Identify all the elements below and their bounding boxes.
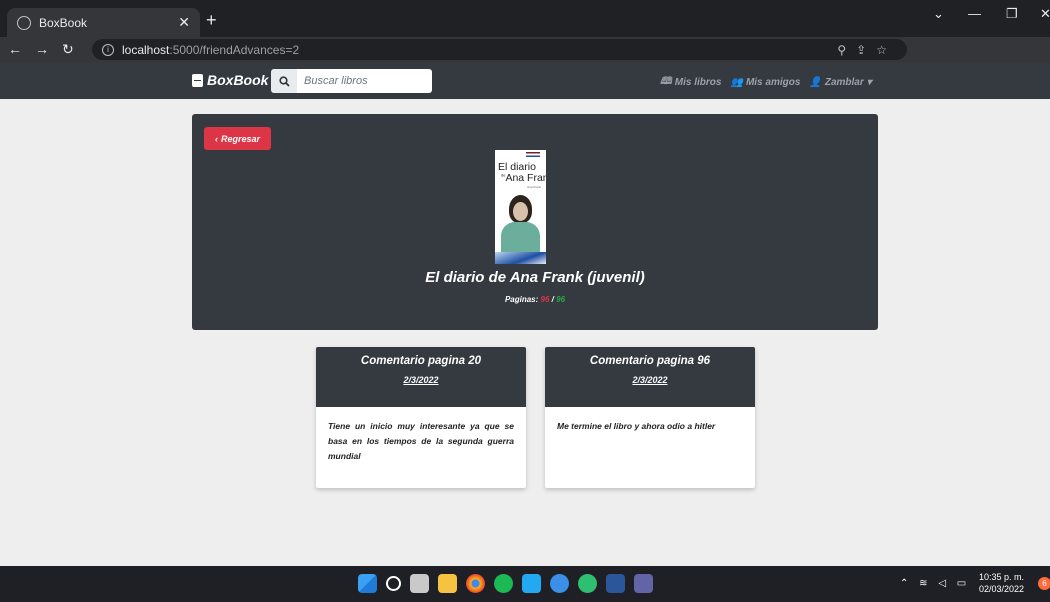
- back-button-label: Regresar: [220, 133, 261, 144]
- app-icon[interactable]: [550, 574, 569, 593]
- brand-name: BoxBook: [207, 72, 269, 88]
- pages-separator: /: [551, 295, 554, 304]
- nav-links: 🕮 Mis libros 👥 Mis amigos 👤 Zamblar ▾: [660, 74, 872, 91]
- user-dropdown[interactable]: 👤 Zamblar ▾: [809, 74, 871, 91]
- reload-icon[interactable]: ↻: [62, 41, 74, 58]
- os-taskbar: ⌃ ≋ ◁ ▭ 10:35 p. m. 02/03/2022 6: [0, 566, 1050, 602]
- nav-my-books[interactable]: 🕮 Mis libros: [660, 74, 721, 91]
- clock-date: 02/03/2022: [979, 584, 1025, 594]
- system-tray-icons[interactable]: ⌃ ≋ ◁ ▭: [900, 578, 970, 589]
- search-bar: [271, 69, 432, 93]
- taskbar-clock[interactable]: 10:35 p. m. 02/03/2022: [979, 571, 1024, 595]
- minimize-button[interactable]: —: [968, 6, 981, 21]
- pages-label: Paginas:: [504, 295, 539, 304]
- new-tab-button[interactable]: +: [206, 10, 217, 31]
- back-button[interactable]: ‹ Regresar: [204, 127, 271, 150]
- search-icon[interactable]: [271, 69, 297, 93]
- globe-icon: [17, 15, 31, 30]
- comment-header: Comentario pagina 96 2/3/2022: [545, 347, 755, 407]
- chrome-icon[interactable]: [466, 574, 485, 593]
- comment-text: Me termine el libro y ahora odio a hitle…: [557, 421, 716, 431]
- browser-tab-bar: BoxBook ✕ + ⌄ — ❐ ✕: [0, 0, 1050, 37]
- nav-my-books-label: Mis libros: [674, 77, 722, 88]
- flag-icon: [526, 152, 540, 157]
- info-icon[interactable]: i: [102, 43, 114, 56]
- tab-search-icon[interactable]: ⌄: [933, 6, 944, 22]
- book-open-icon: 🕮: [660, 76, 672, 87]
- users-icon: 👥: [730, 77, 743, 88]
- comment-title: Comentario pagina 96: [589, 355, 711, 367]
- comment-header: Comentario pagina 20 2/3/2022: [316, 347, 526, 407]
- nav-my-friends[interactable]: 👥 Mis amigos: [730, 74, 800, 91]
- comment-card: Comentario pagina 96 2/3/2022 Me termine…: [545, 347, 755, 488]
- search-input[interactable]: [297, 69, 432, 93]
- pages-progress: Paginas: 96 / 96: [192, 295, 878, 304]
- tab-close-icon[interactable]: ✕: [178, 14, 190, 31]
- task-view-icon[interactable]: [410, 574, 429, 593]
- chevron-left-icon: ‹: [214, 133, 218, 144]
- back-arrow-icon[interactable]: ←: [8, 41, 22, 57]
- comment-text: Tiene un inicio muy interesante ya que s…: [328, 421, 514, 461]
- forward-arrow-icon[interactable]: →: [35, 41, 49, 57]
- url-host: localhost: [122, 42, 170, 57]
- nav-my-friends-label: Mis amigos: [745, 77, 801, 88]
- word-icon[interactable]: [606, 574, 625, 593]
- pages-read: 96: [540, 295, 550, 304]
- tab-title: BoxBook: [39, 15, 88, 30]
- clock-time: 10:35 p. m.: [979, 572, 1025, 582]
- book-icon: [192, 73, 203, 87]
- browser-toolbar: ← → ↻ i localhost :5000/friendAdvances=2…: [0, 37, 1050, 94]
- close-window-button[interactable]: ✕: [1040, 6, 1050, 22]
- site-navbar: BoxBook 🕮 Mis libros 👥 Mis amigos 👤 Zamb…: [0, 62, 1050, 99]
- comment-date: 2/3/2022: [632, 375, 668, 385]
- taskbar-apps: [358, 574, 653, 593]
- address-bar[interactable]: i localhost :5000/friendAdvances=2 ⚲⇪☆: [92, 39, 907, 60]
- windows-start-icon[interactable]: [358, 574, 377, 593]
- omnibox-actions-icon[interactable]: ⚲⇪☆: [837, 43, 897, 57]
- page-content: ‹ Regresar El diario deAna Frank Ana Fra…: [0, 99, 1050, 566]
- pages-total: 96: [556, 295, 566, 304]
- vscode-icon[interactable]: [522, 574, 541, 593]
- book-title: El diario de Ana Frank (juvenil): [425, 269, 645, 286]
- cover-subtitle: deAna Frank: [501, 172, 546, 184]
- comment-date: 2/3/2022: [403, 375, 439, 385]
- comment-card: Comentario pagina 20 2/3/2022 Tiene un i…: [316, 347, 526, 488]
- user-name: Zamblar: [824, 77, 864, 88]
- browser-tab[interactable]: BoxBook ✕: [7, 8, 200, 37]
- url-path: :5000/friendAdvances=2: [169, 42, 300, 57]
- spotify-icon[interactable]: [494, 574, 513, 593]
- teams-icon[interactable]: [634, 574, 653, 593]
- book-cover: El diario deAna Frank Ana Frank: [495, 150, 546, 264]
- caret-down-icon: ▾: [866, 77, 872, 88]
- notification-badge[interactable]: 6: [1038, 577, 1050, 590]
- hs-app-icon[interactable]: [578, 574, 597, 593]
- book-hero: ‹ Regresar El diario deAna Frank Ana Fra…: [192, 114, 878, 330]
- file-explorer-icon[interactable]: [438, 574, 457, 593]
- brand-logo[interactable]: BoxBook: [192, 72, 268, 88]
- user-icon: 👤: [809, 77, 822, 88]
- search-icon[interactable]: [386, 576, 401, 591]
- cover-author: Ana Frank: [527, 185, 541, 189]
- comment-title: Comentario pagina 20: [360, 355, 482, 367]
- restore-button[interactable]: ❐: [1006, 6, 1018, 22]
